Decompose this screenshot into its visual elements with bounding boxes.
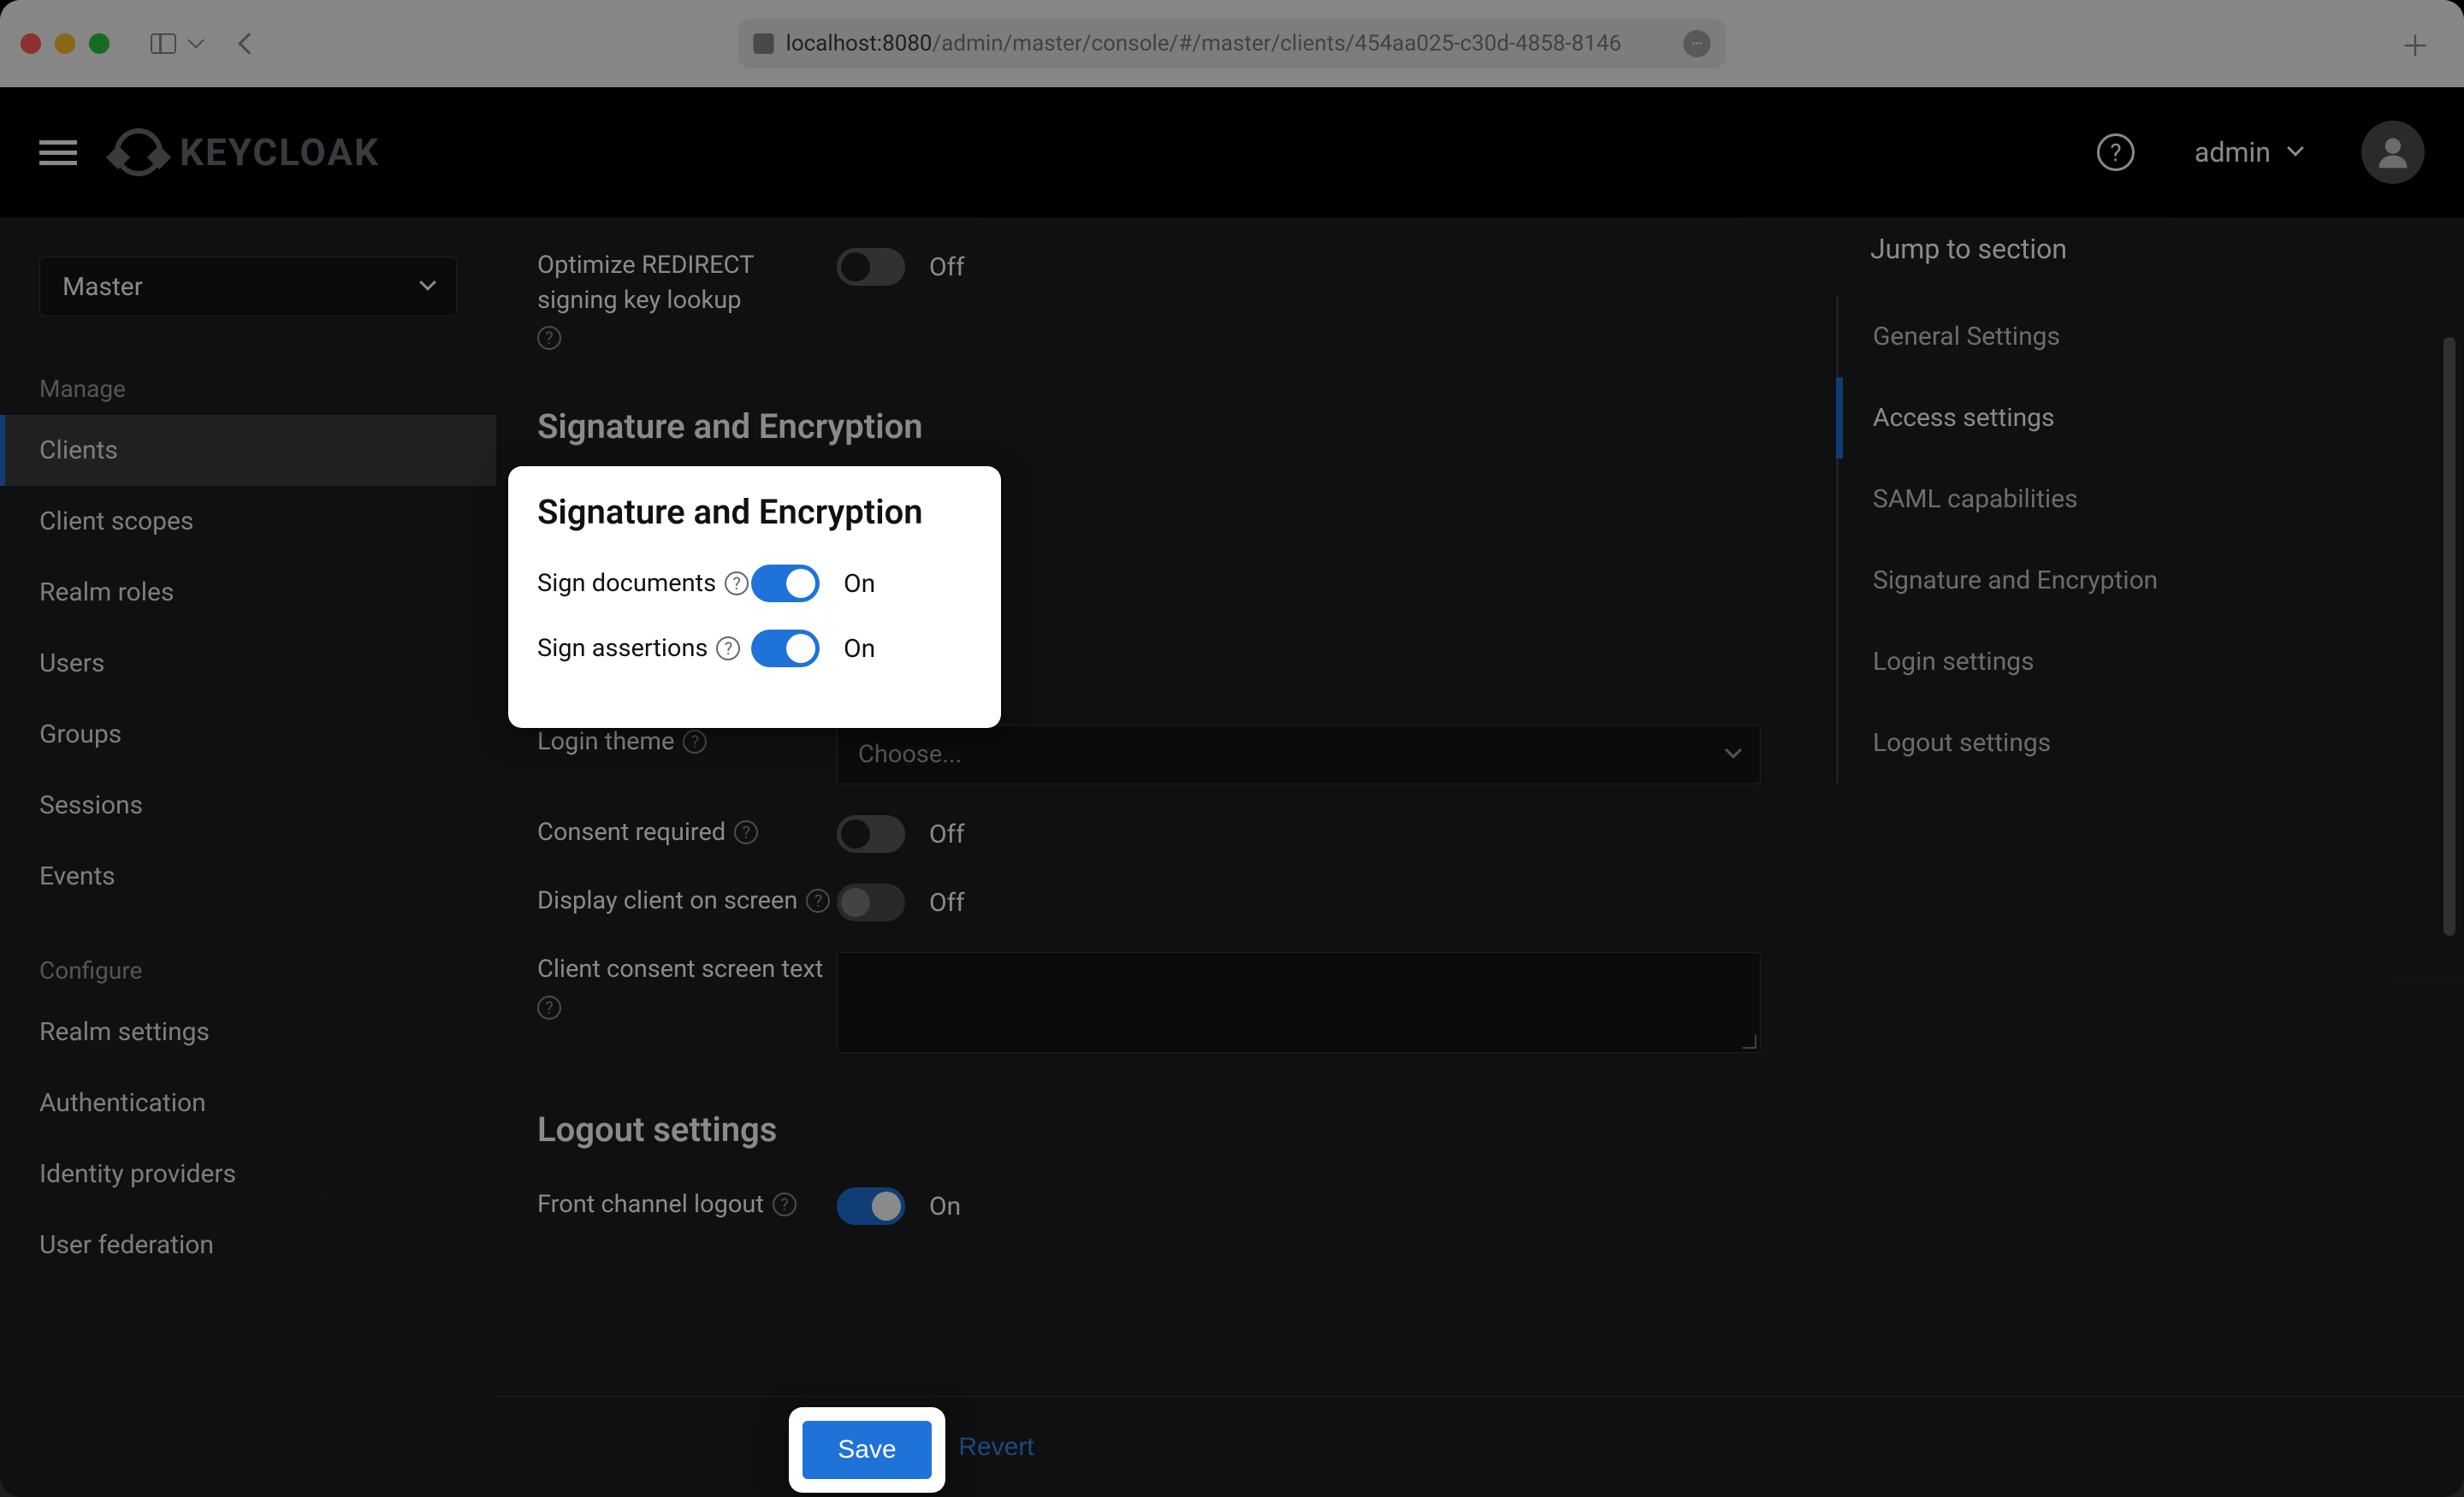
- help-icon[interactable]: ?: [806, 889, 830, 913]
- sidebar: Master Manage Clients Client scopes Real…: [0, 217, 496, 1497]
- sidebar-item-identity-providers[interactable]: Identity providers: [0, 1139, 496, 1210]
- browser-titlebar: localhost:8080/admin/master/console/#/ma…: [0, 0, 2464, 87]
- help-icon[interactable]: ?: [725, 571, 749, 595]
- help-icon[interactable]: ?: [537, 326, 561, 350]
- avatar[interactable]: [2361, 121, 2425, 184]
- minimize-window-button[interactable]: [55, 33, 75, 54]
- jump-item-access[interactable]: Access settings: [1836, 377, 2264, 459]
- consent-required-label: Consent required ?: [537, 815, 837, 850]
- help-icon[interactable]: ?: [2097, 133, 2135, 171]
- back-icon[interactable]: [238, 33, 259, 54]
- sidebar-item-client-scopes[interactable]: Client scopes: [0, 486, 496, 557]
- user-dropdown[interactable]: admin: [2194, 136, 2301, 169]
- new-tab-button[interactable]: ＋: [2401, 23, 2430, 65]
- signature-encryption-heading: Signature and Encryption: [537, 406, 1761, 447]
- sign-documents-toggle[interactable]: [751, 565, 820, 602]
- client-consent-text-label: Client consent screen text ?: [537, 952, 837, 1020]
- sidebar-section-configure: Configure: [0, 938, 496, 997]
- sidebar-item-groups[interactable]: Groups: [0, 699, 496, 770]
- logo-mark-icon: [115, 128, 163, 176]
- toggle-state: Off: [929, 888, 965, 918]
- front-channel-logout-label: Front channel logout ?: [537, 1187, 837, 1222]
- sidebar-section-manage: Manage: [0, 356, 496, 415]
- chevron-down-icon[interactable]: [187, 32, 204, 49]
- login-theme-label: Login theme ?: [537, 725, 837, 760]
- main-content: Optimize REDIRECT signing key lookup ? O…: [496, 217, 2464, 1497]
- toggle-state: Off: [929, 252, 965, 282]
- scrollbar[interactable]: [2443, 217, 2459, 1396]
- jump-item-login[interactable]: Login settings: [1836, 621, 2264, 702]
- help-icon[interactable]: ?: [734, 820, 758, 844]
- optimize-redirect-label: Optimize REDIRECT signing key lookup ?: [537, 248, 837, 350]
- sidebar-item-authentication[interactable]: Authentication: [0, 1068, 496, 1139]
- chevron-down-icon: [419, 274, 436, 291]
- sidebar-item-users[interactable]: Users: [0, 628, 496, 699]
- form-row-consent-required: Consent required ? Off: [537, 800, 1761, 868]
- close-window-button[interactable]: [21, 33, 41, 54]
- display-client-toggle[interactable]: [837, 884, 905, 921]
- chevron-down-icon: [1725, 742, 1742, 759]
- optimize-redirect-toggle[interactable]: [837, 248, 905, 286]
- sidebar-item-clients[interactable]: Clients: [0, 415, 496, 486]
- jump-title: Jump to section: [1836, 233, 2264, 265]
- url-path: /admin/master/console/#/master/clients/4…: [933, 31, 1622, 56]
- toggle-state: Off: [929, 820, 965, 849]
- scrollbar-thumb[interactable]: [2443, 337, 2455, 936]
- help-icon[interactable]: ?: [683, 730, 707, 754]
- site-info-icon[interactable]: [754, 33, 774, 54]
- jump-item-saml[interactable]: SAML capabilities: [1836, 459, 2264, 540]
- sidebar-toggle-icon[interactable]: [151, 33, 176, 54]
- form-row-front-channel-logout: Front channel logout ? On: [537, 1172, 1761, 1240]
- help-icon[interactable]: ?: [537, 996, 561, 1020]
- front-channel-logout-toggle[interactable]: [837, 1187, 905, 1225]
- logo-text: KEYCLOAK: [180, 130, 380, 175]
- help-icon[interactable]: ?: [773, 1192, 797, 1216]
- realm-selector-value: Master: [62, 272, 143, 302]
- toggle-state: On: [929, 1192, 961, 1222]
- sign-assertions-toggle[interactable]: [751, 630, 820, 667]
- consent-required-toggle[interactable]: [837, 815, 905, 853]
- help-icon[interactable]: ?: [716, 636, 740, 660]
- sidebar-item-realm-settings[interactable]: Realm settings: [0, 997, 496, 1068]
- logout-settings-heading: Logout settings: [537, 1109, 1761, 1150]
- login-theme-select[interactable]: Choose...: [837, 725, 1761, 784]
- keycloak-logo: KEYCLOAK: [115, 126, 380, 179]
- sidebar-item-events[interactable]: Events: [0, 841, 496, 912]
- menu-icon[interactable]: [39, 140, 77, 165]
- address-bar[interactable]: localhost:8080/admin/master/console/#/ma…: [738, 19, 1727, 68]
- sidebar-item-sessions[interactable]: Sessions: [0, 770, 496, 841]
- display-client-label: Display client on screen ?: [537, 884, 837, 919]
- jump-item-general[interactable]: General Settings: [1836, 296, 2264, 377]
- chevron-down-icon: [2287, 139, 2304, 157]
- client-consent-textarea[interactable]: [837, 952, 1761, 1053]
- url-host: localhost:8080: [786, 31, 933, 56]
- save-button[interactable]: Save: [803, 1421, 932, 1479]
- url-overflow-icon[interactable]: •••: [1684, 30, 1711, 57]
- form-row-optimize-redirect: Optimize REDIRECT signing key lookup ? O…: [537, 233, 1761, 365]
- form-row-client-consent-text: Client consent screen text ?: [537, 937, 1761, 1068]
- realm-selector[interactable]: Master: [39, 257, 457, 317]
- sidebar-item-realm-roles[interactable]: Realm roles: [0, 557, 496, 628]
- sidebar-item-user-federation[interactable]: User federation: [0, 1210, 496, 1281]
- jump-item-logout[interactable]: Logout settings: [1836, 702, 2264, 784]
- app-topbar: KEYCLOAK ? admin: [0, 87, 2464, 217]
- jump-to-section-nav: Jump to section General Settings Access …: [1836, 233, 2264, 784]
- form-row-display-client: Display client on screen ? Off: [537, 868, 1761, 937]
- highlight-signature-encryption: Signature and Encryption Sign documents?…: [508, 466, 1001, 728]
- maximize-window-button[interactable]: [89, 33, 110, 54]
- jump-item-signature[interactable]: Signature and Encryption: [1836, 540, 2264, 621]
- revert-button[interactable]: Revert: [958, 1433, 1034, 1462]
- username-label: admin: [2194, 136, 2271, 169]
- highlight-save: Save: [789, 1407, 945, 1493]
- select-placeholder: Choose...: [858, 740, 962, 769]
